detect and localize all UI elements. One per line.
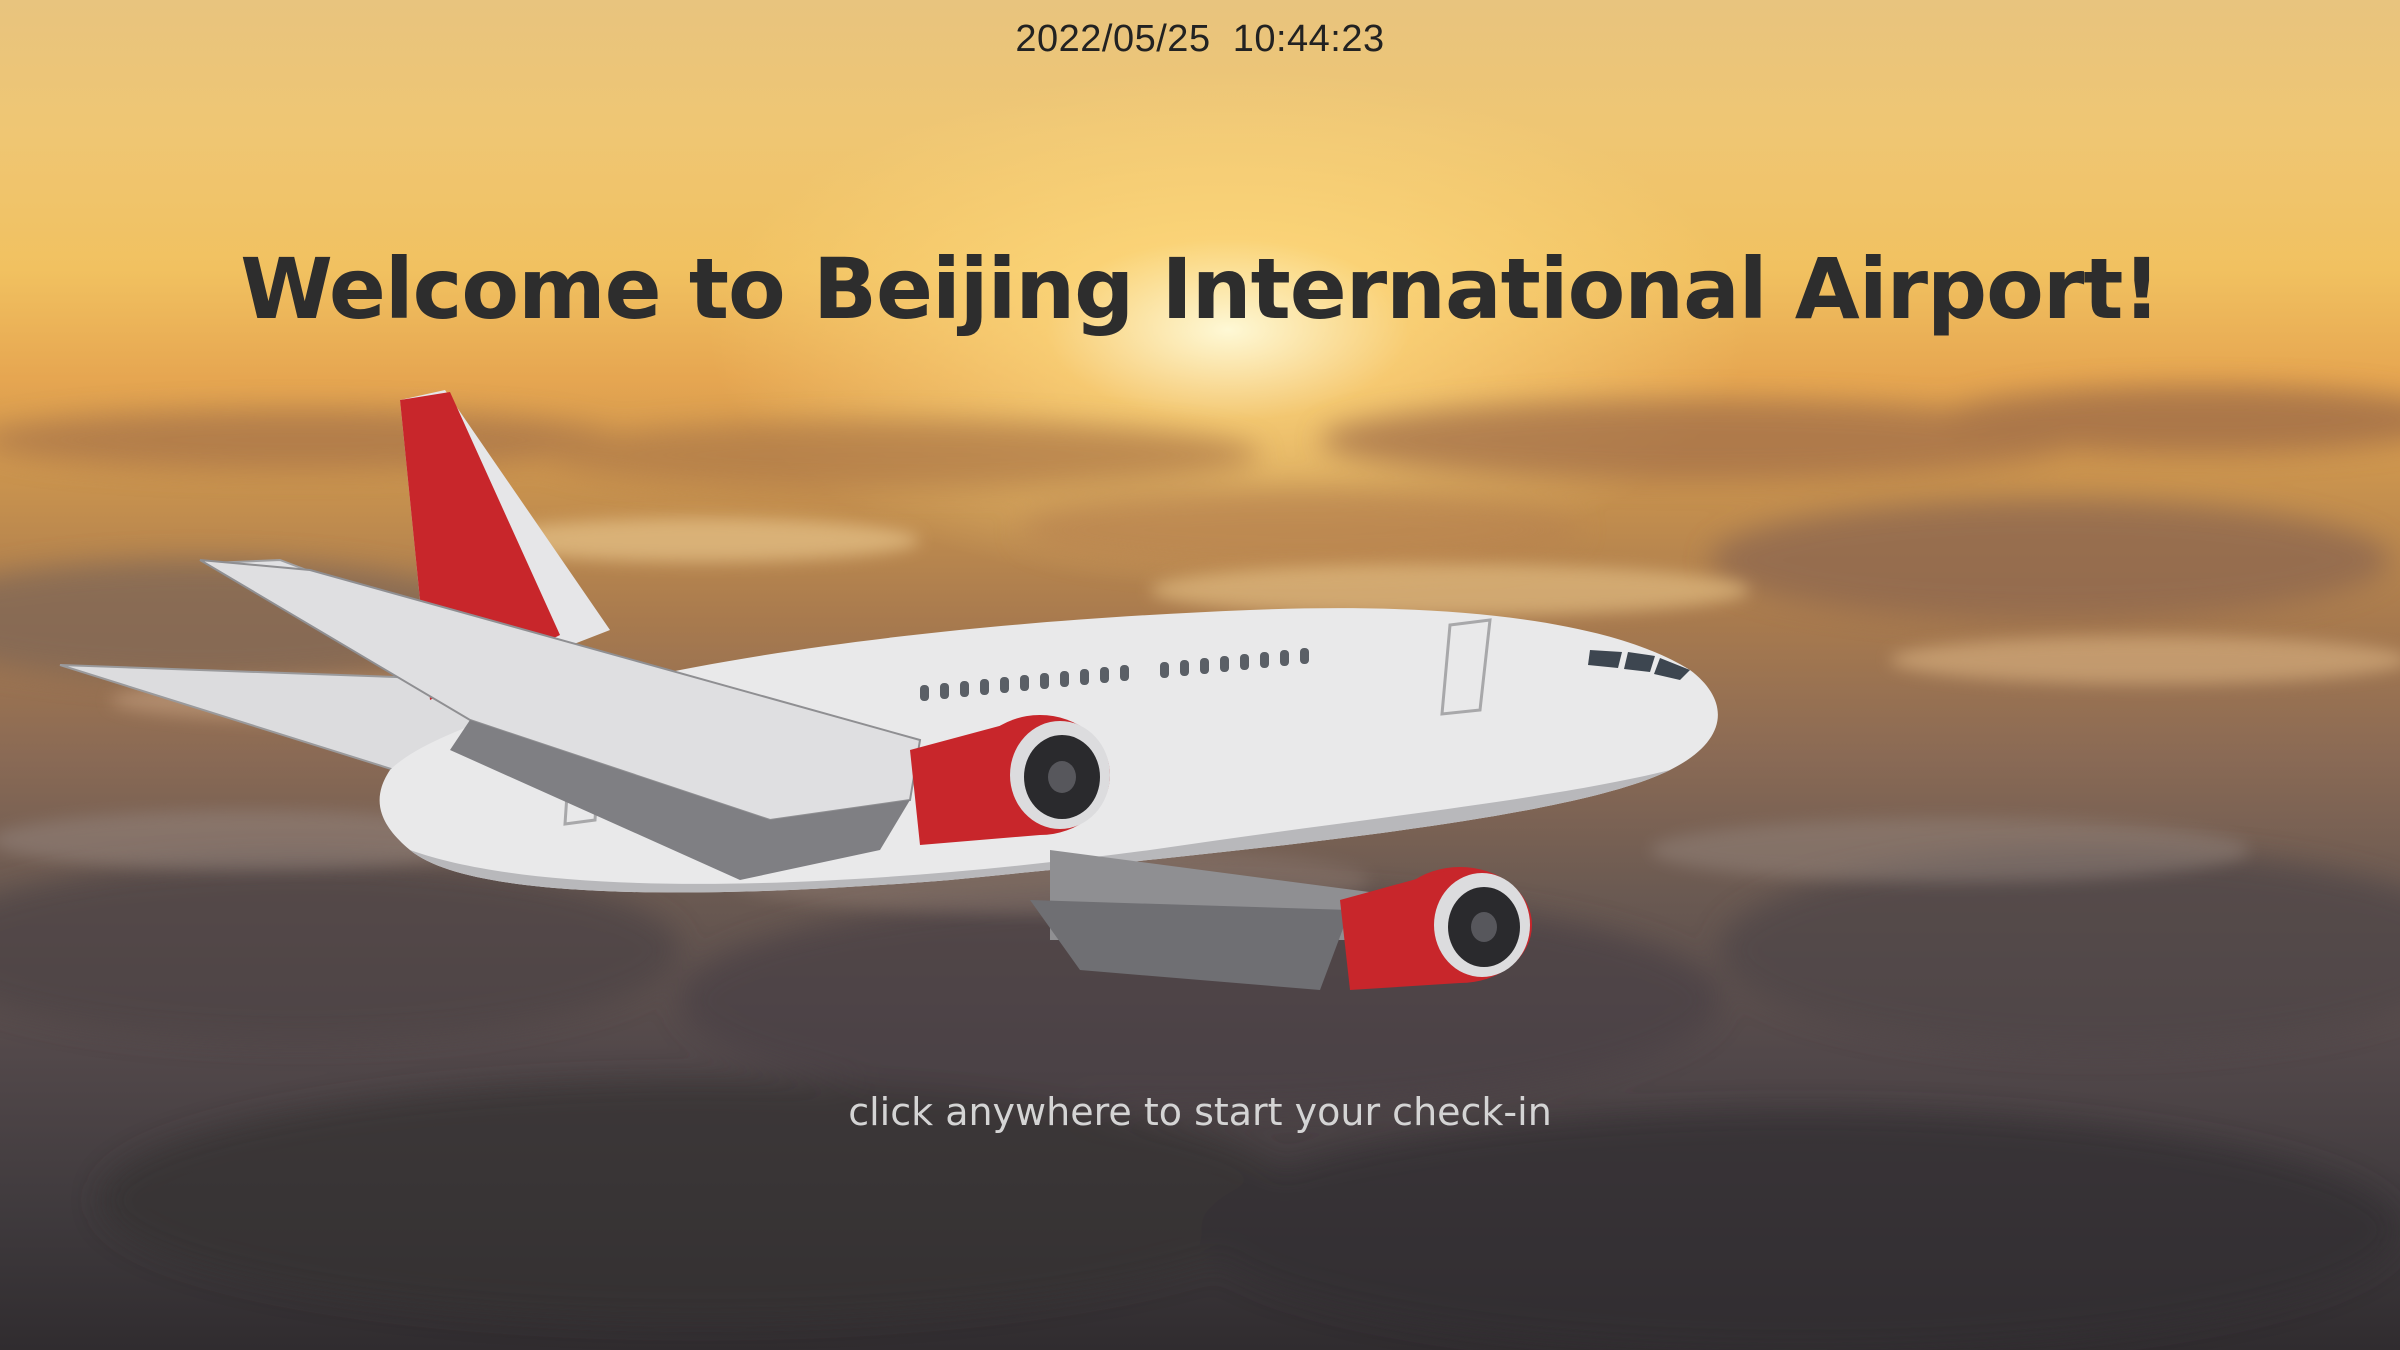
airplane-illustration [59,390,1718,990]
datetime-display: 2022/05/25 10:44:23 [1015,18,1385,60]
checkin-prompt[interactable]: click anywhere to start your check-in [0,1090,2400,1134]
welcome-title: Welcome to Beijing International Airport… [240,240,2161,338]
welcome-screen[interactable]: 2022/05/25 10:44:23 Welcome to Beijing I… [0,0,2400,1350]
